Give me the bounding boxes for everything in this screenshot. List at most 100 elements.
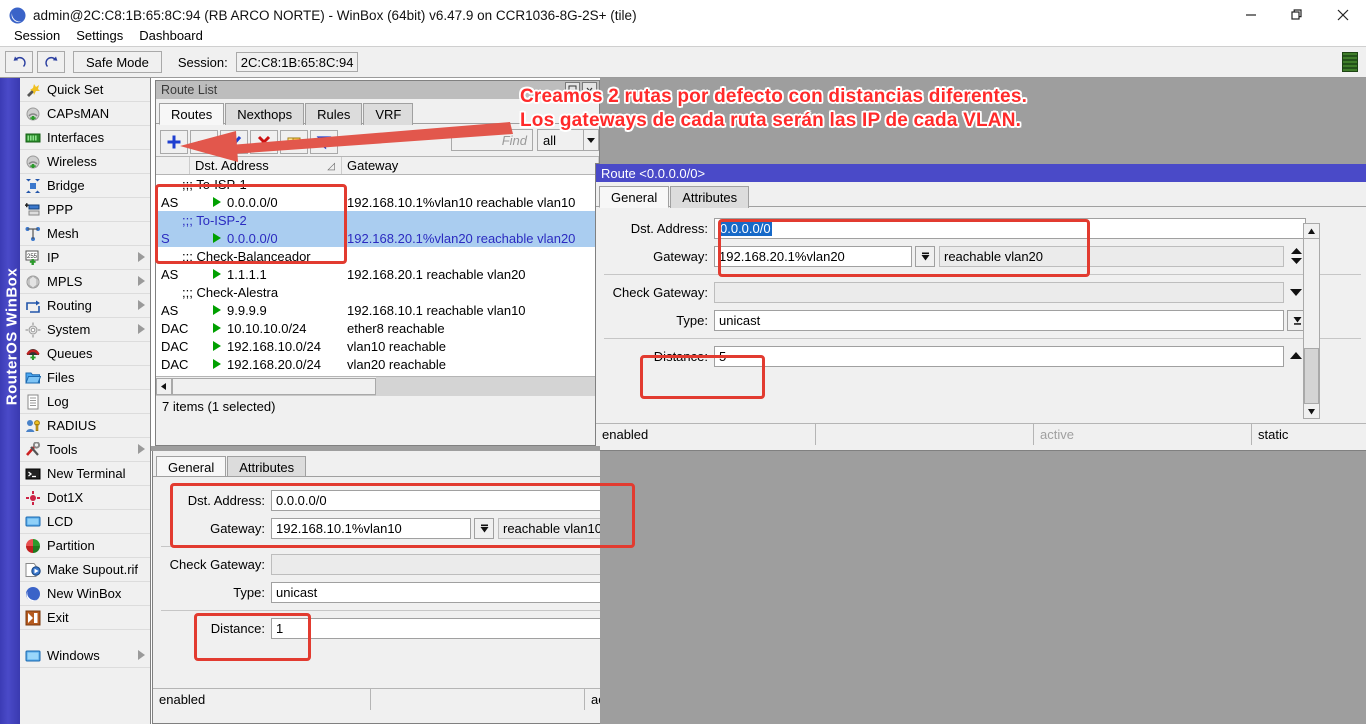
search-input[interactable]: Find	[451, 129, 533, 151]
check-gateway-dropdown-icon[interactable]	[1288, 287, 1304, 297]
filter-select[interactable]: all	[537, 129, 587, 151]
tab-attributes[interactable]: Attributes	[670, 186, 749, 208]
comment-icon[interactable]	[280, 130, 308, 154]
tab-nexthops[interactable]: Nexthops	[225, 103, 304, 125]
column-gateway[interactable]: Gateway	[342, 157, 599, 174]
sidebar-item-tools[interactable]: Tools	[20, 438, 150, 462]
table-row[interactable]: DAC192.168.10.0/24vlan10 reachable	[156, 337, 599, 355]
gateway-updown-icon[interactable]	[1288, 247, 1304, 265]
session-value[interactable]: 2C:C8:1B:65:8C:94	[236, 52, 359, 72]
table-row[interactable]: ;;; Check-Alestra	[156, 283, 599, 301]
filter-icon[interactable]	[310, 130, 338, 154]
sidebar-item-radius[interactable]: RADIUS	[20, 414, 150, 438]
sidebar-item-mpls[interactable]: MPLS	[20, 270, 150, 294]
horizontal-scrollbar[interactable]	[156, 376, 599, 395]
tab-general[interactable]: General	[599, 186, 669, 208]
sidebar-item-capsman[interactable]: CAPsMAN	[20, 102, 150, 126]
dialog-vertical-scrollbar[interactable]	[1303, 223, 1320, 419]
mpls-icon	[24, 273, 42, 291]
scroll-left-icon[interactable]	[156, 378, 172, 395]
sidebar-item-label: Wireless	[47, 154, 97, 169]
sidebar-item-ip[interactable]: 255IP	[20, 246, 150, 270]
gateway-field[interactable]: 192.168.20.1%vlan20	[714, 246, 912, 267]
table-row[interactable]: AS1.1.1.1192.168.20.1 reachable vlan20	[156, 265, 599, 283]
route-flags: AS	[156, 303, 190, 318]
menu-dashboard[interactable]: Dashboard	[131, 26, 211, 45]
route-gateway: 192.168.20.1%vlan20 reachable vlan20	[342, 231, 599, 246]
enable-icon[interactable]	[220, 130, 248, 154]
interfaces-icon	[24, 129, 42, 147]
sidebar-item-routing[interactable]: Routing	[20, 294, 150, 318]
route-table-body[interactable]: ;;; To-ISP-1AS0.0.0.0/0192.168.10.1%vlan…	[156, 175, 599, 376]
table-row[interactable]: S0.0.0.0/0192.168.20.1%vlan20 reachable …	[156, 229, 599, 247]
redo-icon[interactable]	[37, 51, 65, 73]
route-dst-cell: 0.0.0.0/0	[190, 195, 342, 210]
gateway-dropdown-icon[interactable]	[915, 246, 935, 267]
sidebar-item-interfaces[interactable]: Interfaces	[20, 126, 150, 150]
sidebar-item-windows[interactable]: Windows	[20, 644, 150, 668]
sidebar-item-wireless[interactable]: Wireless	[20, 150, 150, 174]
scroll-up-icon[interactable]	[1303, 223, 1320, 239]
divider	[604, 274, 1361, 275]
sidebar-item-files[interactable]: Files	[20, 366, 150, 390]
hscroll-track[interactable]	[376, 377, 599, 396]
sidebar-item-dot1x[interactable]: Dot1X	[20, 486, 150, 510]
tab-general[interactable]: General	[156, 456, 226, 478]
table-row[interactable]: AS9.9.9.9192.168.10.1 reachable vlan10	[156, 301, 599, 319]
sidebar-item-lcd[interactable]: LCD	[20, 510, 150, 534]
tab-vrf[interactable]: VRF	[363, 103, 413, 125]
sidebar-item-log[interactable]: Log	[20, 390, 150, 414]
distance-field[interactable]: 5	[714, 346, 1284, 367]
chevron-down-icon[interactable]	[583, 129, 599, 151]
log-icon	[24, 393, 42, 411]
remove-icon[interactable]	[190, 130, 218, 154]
table-row[interactable]: ;;; To-ISP-2	[156, 211, 599, 229]
sidebar-item-bridge[interactable]: Bridge	[20, 174, 150, 198]
gateway-dropdown-icon[interactable]	[474, 518, 494, 539]
sidebar-item-ppp[interactable]: PPP	[20, 198, 150, 222]
route-dst-cell: 9.9.9.9	[190, 303, 342, 318]
sidebar-item-new-winbox[interactable]: New WinBox	[20, 582, 150, 606]
sidebar-item-quick-set[interactable]: Quick Set	[20, 78, 150, 102]
table-row[interactable]: ;;; To-ISP-1	[156, 175, 599, 193]
tab-attributes[interactable]: Attributes	[227, 456, 306, 478]
exit-icon	[24, 609, 42, 627]
sidebar-item-system[interactable]: System	[20, 318, 150, 342]
safe-mode-button[interactable]: Safe Mode	[73, 51, 162, 73]
sidebar-menu: Quick SetCAPsMANInterfaces Wireless Bridge…	[20, 78, 150, 668]
sidebar-item-make-supout-rif[interactable]: Make Supout.rif	[20, 558, 150, 582]
menu-settings[interactable]: Settings	[68, 26, 131, 45]
disable-icon[interactable]	[250, 130, 278, 154]
tab-rules[interactable]: Rules	[305, 103, 362, 125]
sidebar-item-exit[interactable]: Exit	[20, 606, 150, 630]
scroll-down-icon[interactable]	[1303, 403, 1320, 419]
sidebar-item-partition[interactable]: Partition	[20, 534, 150, 558]
add-icon[interactable]	[160, 130, 188, 154]
column-dst-address[interactable]: Dst. Address ◿	[190, 157, 342, 174]
undo-icon[interactable]	[5, 51, 33, 73]
gateway-field[interactable]: 192.168.10.1%vlan10	[271, 518, 471, 539]
tab-routes[interactable]: Routes	[159, 103, 224, 125]
sidebar-item-mesh[interactable]: Mesh	[20, 222, 150, 246]
check-gateway-field[interactable]	[714, 282, 1284, 303]
table-row[interactable]: DAC192.168.20.0/24vlan20 reachable	[156, 355, 599, 373]
table-row[interactable]: DAC10.10.10.0/24ether8 reachable	[156, 319, 599, 337]
route-dst-address: 10.10.10.0/24	[227, 321, 307, 336]
menu-session[interactable]: Session	[6, 26, 68, 45]
hscroll-thumb[interactable]	[172, 378, 376, 395]
distance-spinner-icon[interactable]	[1288, 351, 1304, 361]
route-gateway: vlan10 reachable	[342, 339, 599, 354]
table-row[interactable]: ;;; Check-Balanceador	[156, 247, 599, 265]
vscroll-thumb[interactable]	[1304, 348, 1319, 408]
table-row[interactable]: AS0.0.0.0/0192.168.10.1%vlan10 reachable…	[156, 193, 599, 211]
route-dst-cell: 1.1.1.1	[190, 267, 342, 282]
dst-address-field[interactable]: 0.0.0.0/0	[714, 218, 1306, 239]
column-flags[interactable]	[156, 157, 190, 174]
app-title: admin@2C:C8:1B:65:8C:94 (RB ARCO NORTE) …	[33, 8, 637, 23]
dst-address-value: 0.0.0.0/0	[719, 221, 772, 236]
sidebar-item-new-terminal[interactable]: New Terminal	[20, 462, 150, 486]
route-comment: ;;; Check-Balanceador	[156, 249, 599, 264]
sidebar-item-queues[interactable]: Queues	[20, 342, 150, 366]
type-field[interactable]: unicast	[714, 310, 1284, 331]
route-active-triangle-icon	[213, 269, 221, 279]
